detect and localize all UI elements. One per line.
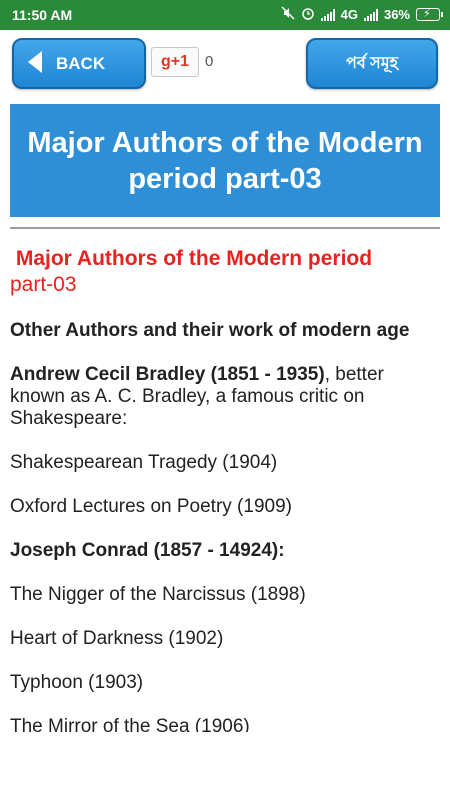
author-entry: Andrew Cecil Bradley (1851 - 1935), bett… <box>10 364 438 430</box>
mute-icon <box>281 6 295 23</box>
network-type: 4G <box>340 7 358 22</box>
article-heading: Major Authors of the Modern period part-0… <box>10 246 438 298</box>
article-heading-rest: part-03 <box>10 273 77 296</box>
author-name: Joseph Conrad (1857 - 14924): <box>10 540 285 561</box>
back-arrow-icon <box>28 51 42 73</box>
status-bar: 11:50 AM 4G 36% ⚡ <box>0 0 450 30</box>
signal-icon-2 <box>363 8 378 21</box>
battery-percent: 36% <box>383 7 410 22</box>
page-title: Major Authors of the Modern period part-… <box>27 126 423 195</box>
work-item: The Mirror of the Sea (1906) <box>10 716 250 732</box>
parts-list-button[interactable]: পর্ব সমূহ <box>306 38 438 89</box>
back-button-label: BACK <box>56 54 106 73</box>
work-item: The Nigger of the Narcissus (1898) <box>10 584 306 605</box>
author-name: Andrew Cecil Bradley (1851 - 1935) <box>10 364 325 385</box>
article-heading-bold: Major Authors of the Modern period <box>15 247 373 270</box>
work-item: Oxford Lectures on Poetry (1909) <box>10 496 292 517</box>
section-subheading: Other Authors and their work of modern a… <box>10 320 410 341</box>
work-item: Shakespearean Tragedy (1904) <box>10 452 278 473</box>
back-button[interactable]: BACK <box>12 38 146 89</box>
status-time: 11:50 AM <box>12 7 73 23</box>
article-content: Major Authors of the Modern period part-0… <box>10 246 438 732</box>
google-plus-count: 0 <box>205 53 214 70</box>
page-title-banner: Major Authors of the Modern period part-… <box>10 104 440 217</box>
work-item: Heart of Darkness (1902) <box>10 628 224 649</box>
status-icons: 4G 36% ⚡ <box>281 6 443 23</box>
battery-icon: ⚡ <box>416 8 443 21</box>
toolbar: BACK g+1 0 পর্ব সমূহ <box>0 30 450 94</box>
work-item: Typhoon (1903) <box>10 672 144 693</box>
google-plus-one-button[interactable]: g+1 <box>151 47 199 77</box>
signal-icon <box>320 8 335 21</box>
alarm-icon <box>301 6 315 23</box>
divider <box>10 227 440 229</box>
